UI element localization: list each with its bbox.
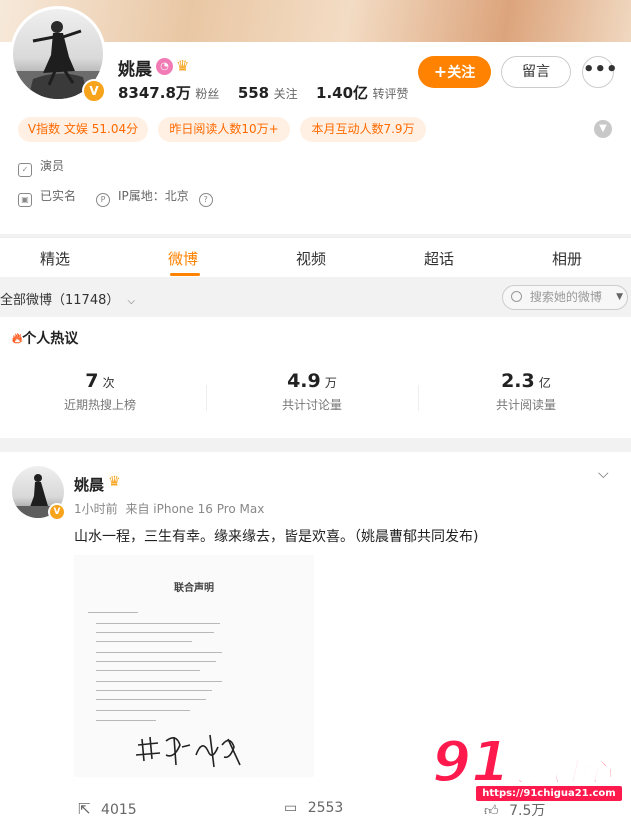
hot-stat-reads[interactable]: 2.3 亿 共计阅读量 (466, 370, 586, 413)
post-author[interactable]: 姚晨 (74, 474, 104, 495)
location-icon: P (96, 193, 110, 207)
chevron-down-icon[interactable]: ▼ (594, 120, 612, 138)
verified-badge-icon: V (82, 79, 106, 103)
search-icon (511, 291, 522, 302)
search-placeholder: 搜索她的微博 (529, 290, 602, 304)
comment-button[interactable]: ▭ 2553 (284, 800, 343, 816)
id-card-icon: ▣ (18, 193, 32, 207)
verified-badge-icon: V (48, 503, 66, 521)
post-search-input[interactable]: 搜索她的微博 ▼ (502, 285, 628, 310)
more-options-button[interactable]: ••• (582, 56, 618, 88)
tag-v-index[interactable]: V指数 文娱 51.04分 (18, 117, 148, 142)
like-count: 7.5万 (509, 803, 546, 819)
hot-stat-trending[interactable]: 7 次 近期热搜上榜 (40, 370, 160, 413)
post-time[interactable]: 1小时前 (74, 502, 118, 516)
tag-monthly-interaction[interactable]: 本月互动人数7.9万 (300, 117, 426, 142)
watermark-text: 吃瓜中心 (507, 758, 613, 789)
signature-image (135, 734, 241, 768)
share-button[interactable]: ⇱ 4015 (78, 800, 137, 818)
watermark-url: https://91chigua21.com (476, 786, 622, 801)
divider (206, 385, 207, 411)
hot-stat-discussion[interactable]: 4.9 万 共计讨论量 (252, 370, 372, 413)
tab-videos[interactable]: 视频 (296, 248, 326, 269)
tab-albums[interactable]: 相册 (552, 248, 582, 269)
member-icon: ◔ (156, 58, 173, 75)
divider (418, 385, 419, 411)
share-count: 4015 (101, 802, 137, 818)
statement-title: 联合声明 (174, 583, 214, 594)
ip-row: P IP属地：北京 ? (96, 187, 221, 207)
tab-super-topics[interactable]: 超话 (424, 248, 454, 269)
ip-location-text: IP属地：北京 (118, 189, 189, 203)
flame-icon: 🔥︎ (12, 331, 23, 347)
profile-name: 姚晨 (118, 60, 152, 80)
profile-stats: 8347.8万 粉丝 558 关注 1.40亿 转评赞 (118, 82, 423, 103)
message-button[interactable]: 留言 (501, 56, 571, 88)
hot-discussion-title: 🔥︎个人热议 (12, 331, 79, 347)
occupation-row: ✓ 演员 (18, 157, 64, 177)
follow-button[interactable]: +关注 (418, 56, 491, 88)
following-count[interactable]: 558 (238, 84, 269, 102)
active-tab-indicator (170, 273, 200, 276)
all-posts-label: 全部微博（11748） (0, 293, 120, 308)
crown-icon: ♛ (108, 474, 121, 490)
shield-icon: ✓ (18, 163, 32, 177)
caret-down-icon: ▼ (616, 292, 623, 302)
post-menu-chevron-icon[interactable]: ⌵ (598, 466, 609, 482)
verified-text: 已实名 (40, 189, 77, 203)
comment-count: 2553 (307, 800, 344, 816)
tab-weibo[interactable]: 微博 (168, 248, 198, 269)
tag-yesterday-readers[interactable]: 昨日阅读人数10万+ (158, 117, 290, 142)
site-watermark: 91 吃瓜中心 https://91chigua21.com (431, 729, 622, 801)
comment-icon: ▭ (284, 800, 298, 816)
reposts-count: 1.40亿 (316, 84, 369, 102)
all-posts-dropdown[interactable]: 全部微博（11748） ⌵ (0, 289, 135, 308)
crown-icon: ♛ (176, 57, 190, 75)
like-button[interactable]: 👍︎ 7.5万 (484, 800, 545, 820)
post-meta: 1小时前 来自 iPhone 16 Pro Max (74, 500, 264, 517)
tab-featured[interactable]: 精选 (40, 248, 70, 269)
followers-count[interactable]: 8347.8万 (118, 84, 191, 102)
verified-row: ▣ 已实名 (18, 187, 76, 207)
post-content: 山水一程，三生有幸。缘来缘去，皆是欢喜。（姚晨曹郁共同发布) (74, 529, 479, 545)
occupation-text: 演员 (40, 159, 65, 173)
following-label: 关注 (273, 87, 298, 101)
plus-icon: + (433, 62, 448, 81)
help-icon[interactable]: ? (198, 193, 213, 207)
chevron-down-icon: ⌵ (127, 296, 136, 307)
followers-label: 粉丝 (195, 87, 220, 101)
thumbs-up-icon: 👍︎ (484, 803, 499, 819)
reposts-label: 转评赞 (372, 87, 409, 101)
post-image-statement[interactable]: 联合声明 (74, 555, 314, 777)
share-icon: ⇱ (78, 800, 91, 818)
post-source: 来自 iPhone 16 Pro Max (125, 502, 265, 516)
profile-tabs: 精选 微博 视频 超话 相册 (0, 237, 631, 278)
